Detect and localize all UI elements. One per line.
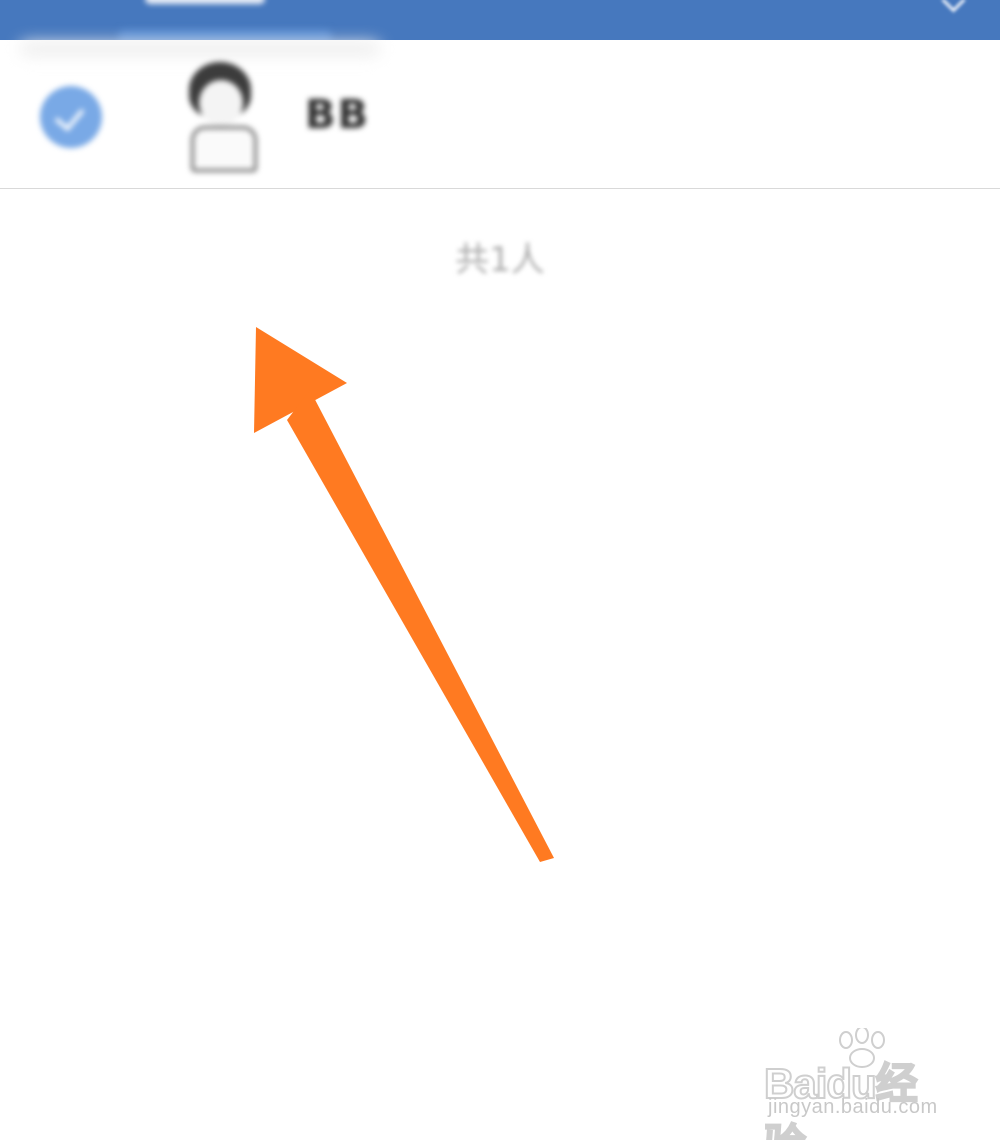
member-count-label: 共1人 [455, 240, 545, 280]
chevron-down-icon[interactable] [941, 0, 966, 13]
top-header-bar [0, 0, 1000, 44]
avatar-face [199, 80, 243, 126]
paw-logo-icon [839, 1028, 885, 1068]
baidu-jingyan-watermark: Baidu经验 jingyan.baidu.com [763, 1028, 954, 1140]
arrow-head [254, 327, 347, 433]
arrow-shaft [287, 390, 554, 862]
watermark-url: jingyan.baidu.com [768, 1096, 938, 1118]
member-name: BB [305, 92, 370, 138]
row-top-shadow [20, 42, 380, 56]
check-circle-icon[interactable] [40, 86, 102, 148]
member-list-item[interactable]: BB [0, 40, 1000, 189]
avatar-body [191, 126, 257, 172]
avatar [183, 60, 261, 172]
header-title-blurred [145, 0, 265, 4]
app-screen: BB 共1人 Baidu经验 jingyan.baidu.com [0, 0, 1000, 1140]
